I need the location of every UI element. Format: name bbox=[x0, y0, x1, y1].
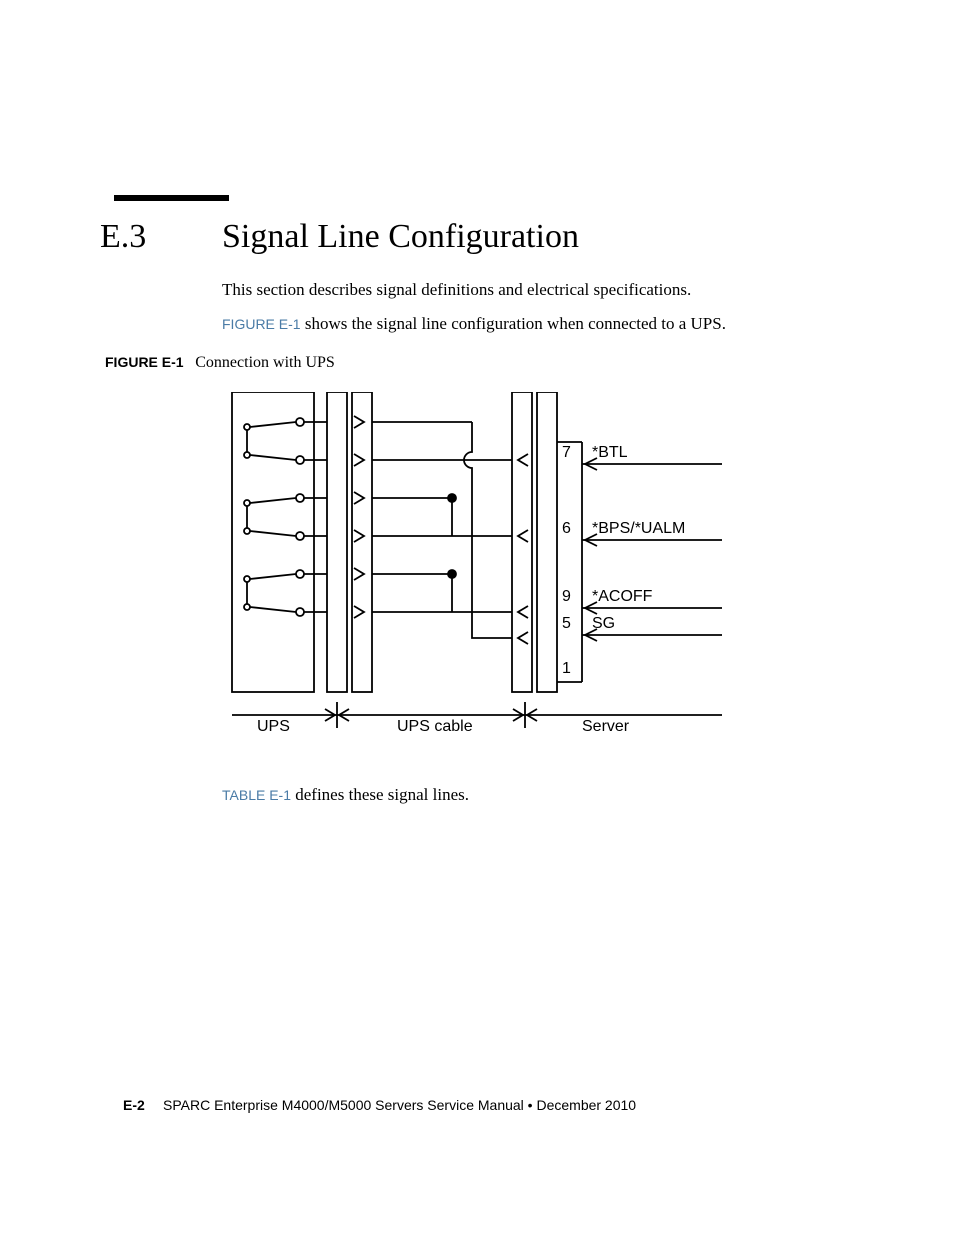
after-figure-paragraph: TABLE E-1 defines these signal lines. bbox=[222, 785, 469, 805]
footer-text: SPARC Enterprise M4000/M5000 Servers Ser… bbox=[163, 1097, 636, 1113]
signal-name: *BTL bbox=[592, 444, 628, 462]
section-title: Signal Line Configuration bbox=[222, 218, 579, 256]
intro-paragraph-1: This section describes signal definition… bbox=[222, 278, 691, 302]
intro-paragraph-2: FIGURE E-1 shows the signal line configu… bbox=[222, 314, 726, 334]
table-cross-ref[interactable]: TABLE E-1 bbox=[222, 787, 291, 803]
pin-number: 1 bbox=[562, 660, 571, 678]
section-rule bbox=[114, 195, 229, 201]
pin-number: 9 bbox=[562, 588, 571, 606]
diagram-label-server: Server bbox=[582, 718, 629, 736]
footer-page-number: E-2 bbox=[123, 1097, 145, 1113]
signal-name: *ACOFF bbox=[592, 588, 652, 606]
signal-name: *BPS/*UALM bbox=[592, 520, 685, 538]
diagram-label-cable: UPS cable bbox=[397, 718, 473, 736]
pin-number: 7 bbox=[562, 444, 571, 462]
after-fig-rest: defines these signal lines. bbox=[291, 785, 469, 804]
figure-label-prefix: FIGURE E-1 bbox=[105, 354, 184, 370]
figure-label-row: FIGURE E-1 Connection with UPS bbox=[105, 354, 335, 372]
pin-number: 6 bbox=[562, 520, 571, 538]
section-number: E.3 bbox=[100, 218, 146, 256]
pin-number: 5 bbox=[562, 615, 571, 633]
figure-caption: Connection with UPS bbox=[195, 354, 335, 371]
intro-2-rest: shows the signal line configuration when… bbox=[301, 314, 726, 333]
signal-name: SG bbox=[592, 615, 615, 633]
diagram-label-ups: UPS bbox=[257, 718, 290, 736]
figure-diagram: 7 6 9 5 1 *BTL *BPS/*UALM *ACOFF SG UPS … bbox=[222, 392, 722, 742]
figure-cross-ref[interactable]: FIGURE E-1 bbox=[222, 316, 301, 332]
